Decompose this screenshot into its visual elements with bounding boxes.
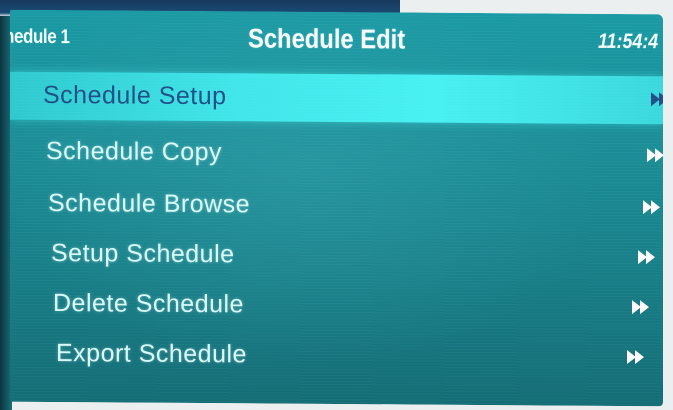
header-bar: hedule 1 Schedule Edit 11:54:4 [10, 10, 663, 73]
device-photo: hedule 1 Schedule Edit 11:54:4 Schedule … [0, 0, 673, 410]
page-title: Schedule Edit [248, 23, 406, 55]
fast-forward-icon [643, 200, 661, 215]
menu-item-label: Delete Schedule [53, 289, 244, 319]
menu-item-setup-schedule[interactable]: Setup Schedule [10, 230, 663, 283]
clock-time: 11:54:4 [598, 29, 659, 54]
fast-forward-icon [647, 148, 663, 163]
menu-item-delete-schedule[interactable]: Delete Schedule [10, 280, 663, 333]
fast-forward-icon [638, 250, 656, 265]
menu-item-label: Export Schedule [56, 339, 247, 369]
menu-item-export-schedule[interactable]: Export Schedule [10, 330, 663, 383]
menu-item-label: Schedule Setup [43, 80, 227, 111]
fast-forward-icon [651, 92, 663, 107]
menu-item-label: Schedule Copy [46, 136, 223, 167]
fast-forward-icon [627, 350, 645, 365]
menu-item-schedule-setup[interactable]: Schedule Setup [10, 71, 663, 125]
schedule-name-label: hedule 1 [10, 25, 70, 49]
menu-item-schedule-copy[interactable]: Schedule Copy [10, 128, 663, 181]
lcd-screen: hedule 1 Schedule Edit 11:54:4 Schedule … [10, 9, 663, 407]
schedule-edit-menu: Schedule Setup Schedule Copy Schedule Br… [10, 71, 663, 368]
menu-item-label: Setup Schedule [51, 239, 235, 269]
menu-item-schedule-browse[interactable]: Schedule Browse [10, 180, 663, 233]
menu-item-label: Schedule Browse [48, 188, 251, 219]
fast-forward-icon [632, 300, 650, 315]
